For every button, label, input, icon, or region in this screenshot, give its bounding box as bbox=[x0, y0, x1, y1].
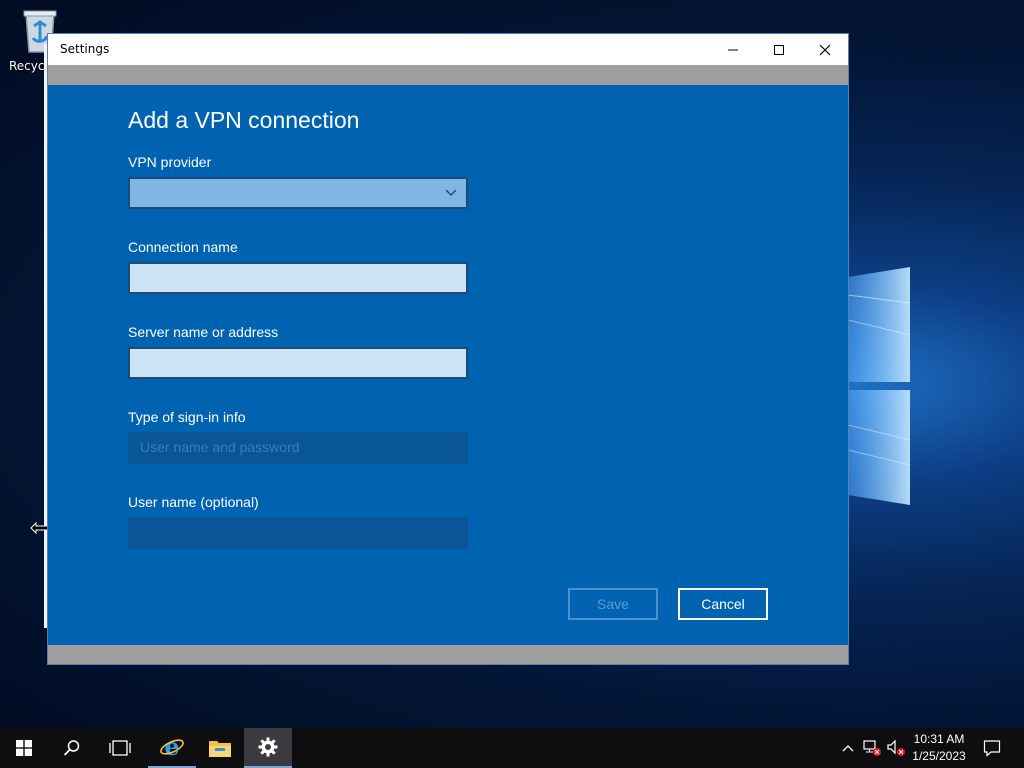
minimize-icon bbox=[728, 49, 738, 50]
volume-muted-icon bbox=[887, 739, 905, 756]
network-disconnected-icon bbox=[863, 740, 881, 756]
cancel-button[interactable]: Cancel bbox=[678, 588, 768, 620]
vpn-dialog: Add a VPN connection VPN provider Connec… bbox=[48, 85, 848, 645]
task-view-button[interactable] bbox=[96, 728, 144, 768]
action-center-button[interactable] bbox=[982, 738, 1002, 758]
system-clock[interactable]: 10:31 AM 1/25/2023 bbox=[906, 731, 972, 765]
signin-type-value: User name and password bbox=[140, 439, 300, 455]
task-view-icon bbox=[109, 740, 131, 756]
chevron-down-icon bbox=[445, 189, 457, 196]
settings-taskbar-button[interactable] bbox=[244, 728, 292, 768]
start-windows-icon bbox=[16, 740, 32, 756]
show-hidden-icons-button[interactable] bbox=[838, 738, 858, 758]
svg-text:e: e bbox=[164, 734, 179, 760]
dialog-heading: Add a VPN connection bbox=[128, 107, 360, 133]
notification-icon bbox=[983, 740, 1001, 757]
vpn-provider-label: VPN provider bbox=[128, 154, 212, 170]
internet-explorer-icon: e bbox=[160, 734, 184, 760]
minimize-button[interactable] bbox=[710, 34, 756, 65]
dimmed-background-bottom bbox=[48, 645, 848, 664]
maximize-icon bbox=[774, 44, 784, 55]
window-title: Settings bbox=[60, 42, 110, 56]
search-icon bbox=[63, 740, 80, 756]
file-explorer-button[interactable] bbox=[196, 728, 244, 768]
settings-window: Settings Add a VPN connection VPN provid… bbox=[47, 33, 849, 665]
taskbar: e 10:31 AM 1/25/2023 bbox=[0, 728, 1024, 768]
start-button[interactable] bbox=[0, 728, 48, 768]
server-address-label: Server name or address bbox=[128, 324, 279, 340]
recycle-bin-label: Recycl bbox=[9, 59, 48, 73]
save-button[interactable]: Save bbox=[568, 588, 658, 620]
windows-logo-wallpaper bbox=[848, 267, 911, 505]
vpn-provider-dropdown[interactable] bbox=[128, 177, 468, 209]
connection-name-input[interactable] bbox=[128, 262, 468, 294]
server-address-input[interactable] bbox=[128, 347, 468, 379]
close-icon bbox=[819, 44, 831, 55]
maximize-button[interactable] bbox=[756, 34, 802, 65]
network-status-button[interactable] bbox=[862, 738, 882, 758]
chevron-up-icon bbox=[842, 745, 854, 752]
internet-explorer-button[interactable]: e bbox=[148, 728, 196, 768]
clock-time: 10:31 AM bbox=[913, 732, 965, 746]
volume-button[interactable] bbox=[886, 738, 906, 758]
user-name-input[interactable] bbox=[128, 517, 468, 549]
signin-type-label: Type of sign-in info bbox=[128, 409, 246, 425]
connection-name-label: Connection name bbox=[128, 239, 238, 255]
search-button[interactable] bbox=[48, 728, 96, 768]
user-name-label: User name (optional) bbox=[128, 494, 259, 510]
file-explorer-icon bbox=[209, 741, 231, 757]
signin-type-dropdown[interactable]: User name and password bbox=[128, 432, 468, 464]
clock-date: 1/25/2023 bbox=[912, 749, 966, 763]
dimmed-background-top bbox=[48, 65, 848, 85]
title-bar[interactable]: Settings bbox=[48, 34, 848, 65]
settings-gear-icon bbox=[258, 737, 278, 757]
close-button[interactable] bbox=[802, 34, 848, 65]
